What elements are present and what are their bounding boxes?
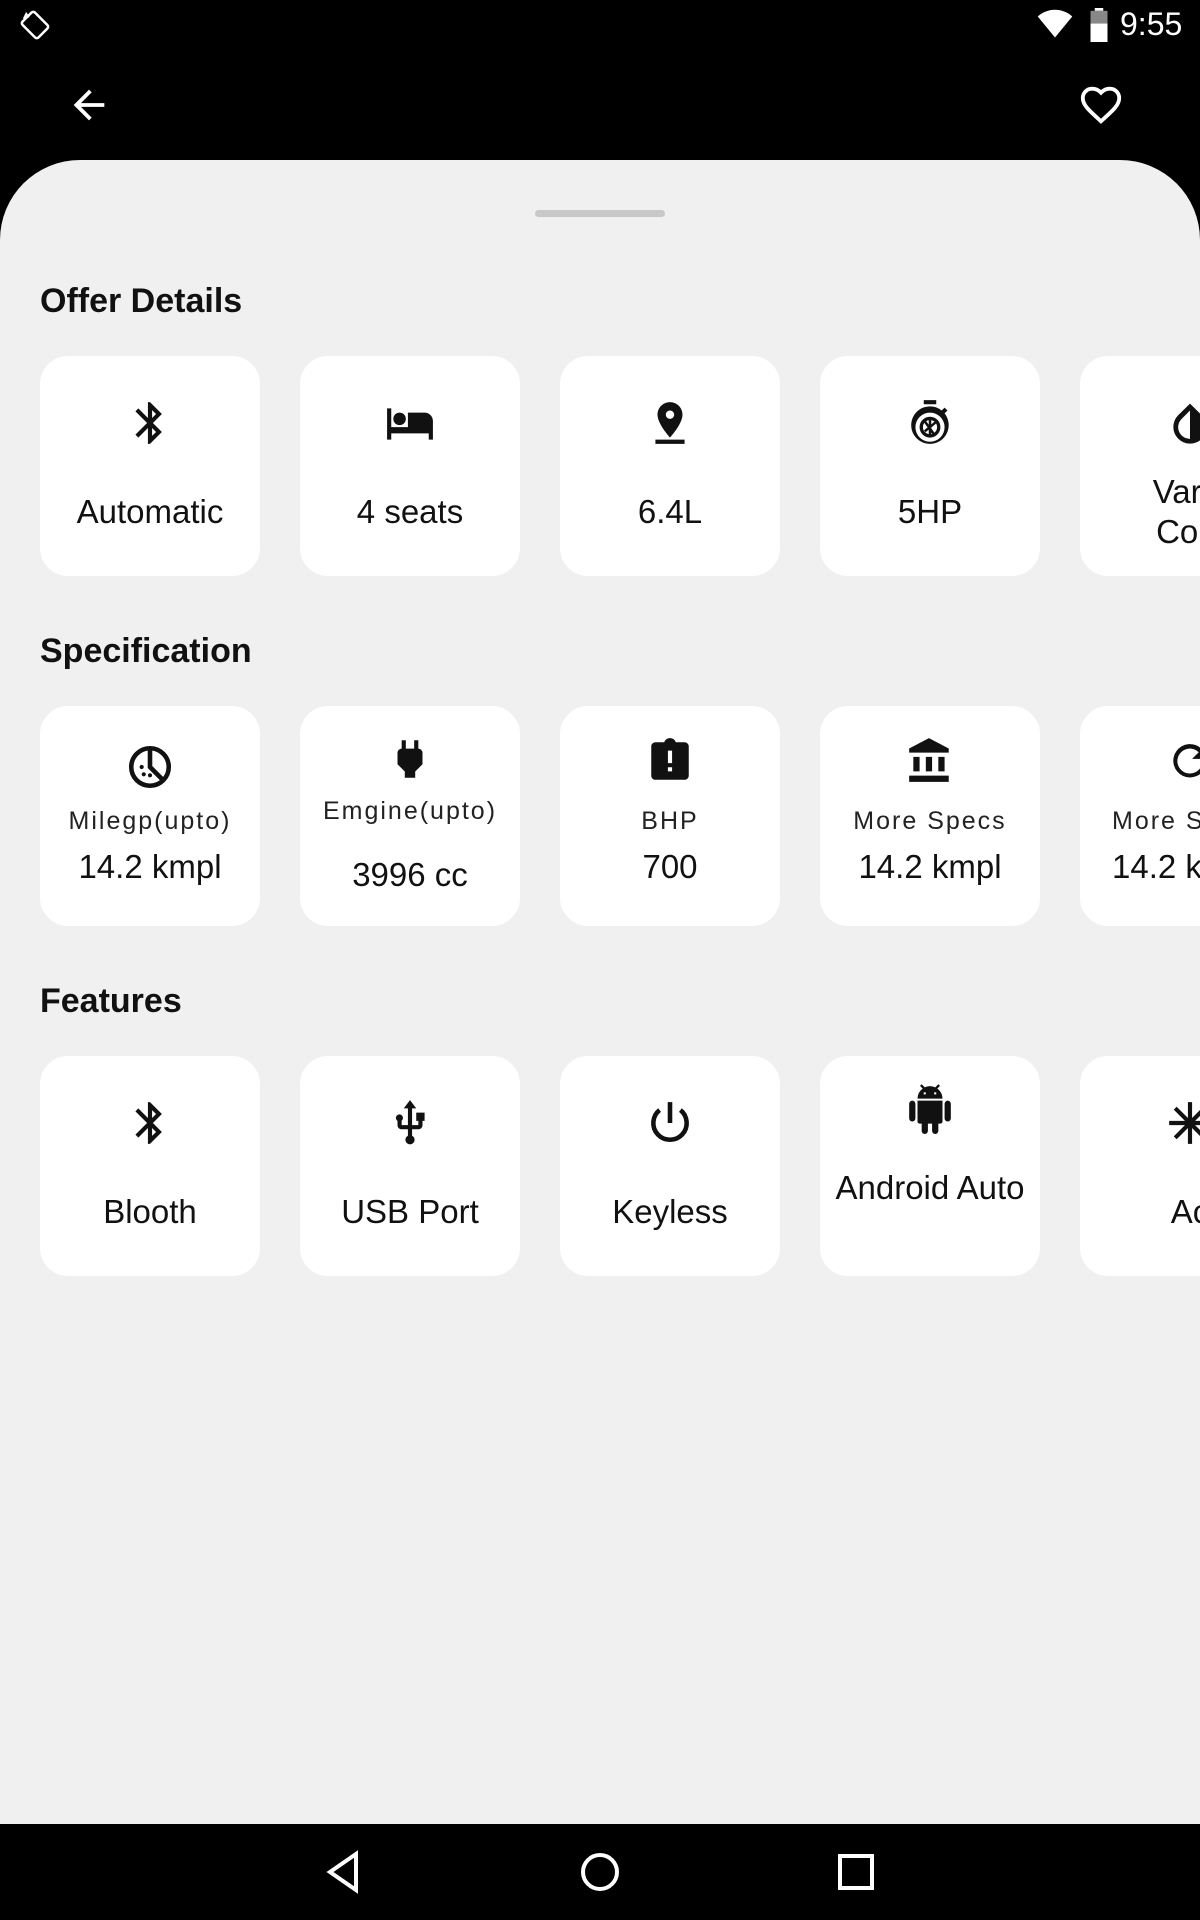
offer-card-seats[interactable]: 4 seats [300,356,520,576]
spec-value: 14.2 kmpl [78,848,222,885]
spec-card-more-specs[interactable]: More Specs 14.2 kmpl [820,706,1040,926]
offer-label: Varia Colo [1152,473,1200,550]
spec-card-mileage[interactable]: Milegp(upto) 14.2 kmpl [40,706,260,926]
offer-label: Automatic [76,493,224,530]
spec-label: More S [1112,807,1200,835]
power-icon [645,1098,695,1148]
offer-details-row[interactable]: Automatic 4 seats 6.4L 5HP Varia Colo [40,356,1200,576]
spec-value: 14.2 kmpl [858,848,1002,885]
feature-label: Android Auto [835,1169,1025,1206]
spec-value: 14.2 k [1112,848,1200,885]
offer-card-fuel[interactable]: 6.4L [560,356,780,576]
spec-card-bhp[interactable]: BHP 700 [560,706,780,926]
spec-label: Milegp(upto) [68,807,232,835]
offer-label: 6.4L [637,493,703,530]
offer-label: 5HP [897,493,963,530]
timelapse-icon [125,742,175,792]
clock: 9:55 [1120,6,1183,42]
feature-card-ac[interactable]: Ac [1080,1056,1200,1276]
pin-drop-icon [645,398,695,448]
spec-card-engine[interactable]: Emgine(upto) 3996 cc [300,706,520,926]
offer-card-transmission[interactable]: Automatic [40,356,260,576]
usb-icon [385,1098,435,1148]
feature-card-bluetooth[interactable]: Blooth [40,1056,260,1276]
alert-clipboard-icon [645,736,695,786]
section-title-offer-details: Offer Details [40,282,243,320]
nav-home-icon[interactable] [576,1848,624,1896]
shutter-speed-icon [905,398,955,448]
feature-label: USB Port [341,1193,479,1230]
battery-icon [1090,8,1108,42]
details-sheet: Offer Details Automatic 4 seats 6.4L 5HP [0,160,1200,1824]
bed-icon [385,398,435,448]
android-icon [905,1084,955,1134]
refresh-icon [1165,736,1200,786]
features-row[interactable]: Blooth USB Port Keyless Android Auto Ac [40,1056,1200,1276]
spec-label: BHP [641,807,699,835]
back-arrow-icon[interactable] [66,82,112,128]
nav-recents-icon[interactable] [832,1848,880,1896]
section-title-specification: Specification [40,632,252,670]
opacity-icon [1165,398,1200,448]
wifi-icon [1037,9,1073,38]
spec-card-more-specs-2[interactable]: More S 14.2 k [1080,706,1200,926]
system-navigation-bar [0,1824,1200,1920]
nav-back-icon[interactable] [320,1848,368,1896]
spec-label: Emgine(upto) [322,797,498,825]
favorite-heart-icon[interactable] [1078,82,1124,128]
screen-rotation-icon [20,10,50,40]
offer-label: 4 seats [356,493,464,530]
bluetooth-icon [125,398,175,448]
bank-icon [905,736,955,786]
feature-label: Blooth [103,1193,197,1230]
feature-label: Ac [1170,1193,1200,1230]
power-plug-icon [385,734,435,784]
offer-card-color[interactable]: Varia Colo [1080,356,1200,576]
spec-label: More Specs [853,807,1007,835]
drag-handle[interactable] [535,210,665,217]
feature-label: Keyless [612,1193,728,1230]
feature-card-usb[interactable]: USB Port [300,1056,520,1276]
snowflake-icon [1165,1098,1200,1148]
status-bar: 9:55 [0,0,1200,50]
feature-card-keyless[interactable]: Keyless [560,1056,780,1276]
specification-row[interactable]: Milegp(upto) 14.2 kmpl Emgine(upto) 3996… [40,706,1200,926]
section-title-features: Features [40,982,182,1020]
bluetooth-icon [125,1098,175,1148]
feature-card-android-auto[interactable]: Android Auto [820,1056,1040,1276]
spec-value: 3996 cc [352,856,468,893]
offer-card-power[interactable]: 5HP [820,356,1040,576]
app-bar [0,50,1200,160]
spec-value: 700 [642,848,698,885]
